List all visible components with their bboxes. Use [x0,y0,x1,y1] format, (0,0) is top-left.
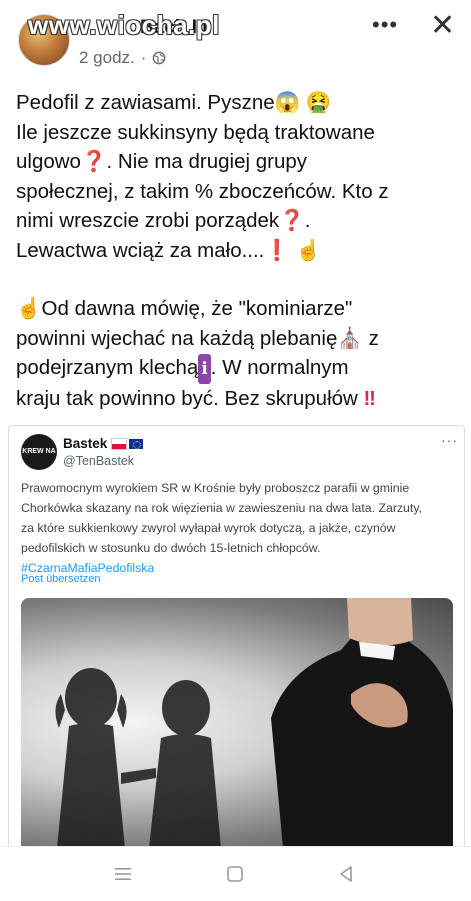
post-time[interactable]: 2 godz. [79,48,135,68]
tweet-text: Prawomocnym wyrokiem SR w Krośnie były p… [21,478,451,578]
tweet-image-illustration [55,598,453,848]
globe-icon [153,51,166,65]
close-icon: ✕ [430,9,456,42]
watermark: www.wiocha.pl [28,10,220,40]
double-exclamation-emoji: ‼ [363,386,376,410]
vomit-emoji: 🤮 [305,91,332,114]
post-line: Pedofil z zawiasami. Pyszne😱 🤮 [16,88,461,118]
tweet-handle[interactable]: @TenBastek [63,454,134,468]
pointing-up-emoji: ☝ [295,238,322,262]
more-dots-icon: ••• [372,12,399,37]
system-nav-bar [0,846,471,901]
menu-icon [115,868,131,880]
back-button[interactable] [326,857,366,891]
eu-flag-icon [129,439,144,450]
question-emoji: ❓ [279,209,305,232]
more-options-button[interactable]: ••• [372,12,398,38]
exclamation-emoji: ❗ [264,238,290,262]
post-header: Bach III www.wiocha.pl 2 godz. · ••• ✕ [0,0,471,78]
pointing-up-emoji: ☝ [16,297,42,320]
embedded-tweet[interactable]: KREW NA TACY Bastek @TenBastek ··· Prawo… [8,425,465,849]
post-line: Lewactwa wciąż za mało....❗ ☝ [16,236,461,266]
tweet-more-icon[interactable]: ··· [441,432,458,448]
post-line: nimi wreszcie zrobi porządek❓. [16,206,461,236]
post-line: kraju tak powinno być. Bez skrupułów ‼ [16,384,461,414]
post-line: powinni wjechać na każdą plebanię⛪ z [16,324,461,354]
info-emoji: ℹ [198,354,211,384]
tweet-author-name[interactable]: Bastek [63,436,144,451]
home-square-icon [227,866,243,882]
scream-emoji: 😱 [274,91,301,114]
recent-apps-button[interactable] [103,857,143,891]
close-button[interactable]: ✕ [430,8,455,43]
post-line: podejrzanym klechą ℹ. W normalnym [16,353,461,384]
tweet-image[interactable] [21,598,453,848]
post-line: Ile jeszcze sukkinsyny będą traktowane [16,120,375,144]
post-line: ☝Od dawna mówię, że "kominiarze" [16,294,461,324]
church-emoji: ⛪ [337,326,363,350]
post-meta: 2 godz. · [79,48,166,68]
back-triangle-icon [340,866,352,882]
tweet-avatar[interactable]: KREW NA TACY [21,434,57,470]
meta-separator: · [140,48,147,67]
question-emoji: ❓ [80,150,107,173]
home-button[interactable] [215,857,255,891]
poland-flag-icon [111,438,128,451]
post-line: społecznej, z takim % zboczeńców. Kto z [16,179,389,203]
translate-link[interactable]: Post übersetzen [21,573,101,585]
post-line: ulgowo❓. Nie ma drugiej grupy [16,147,461,177]
post-text: Pedofil z zawiasami. Pyszne😱 🤮 Ile jeszc… [16,88,461,413]
